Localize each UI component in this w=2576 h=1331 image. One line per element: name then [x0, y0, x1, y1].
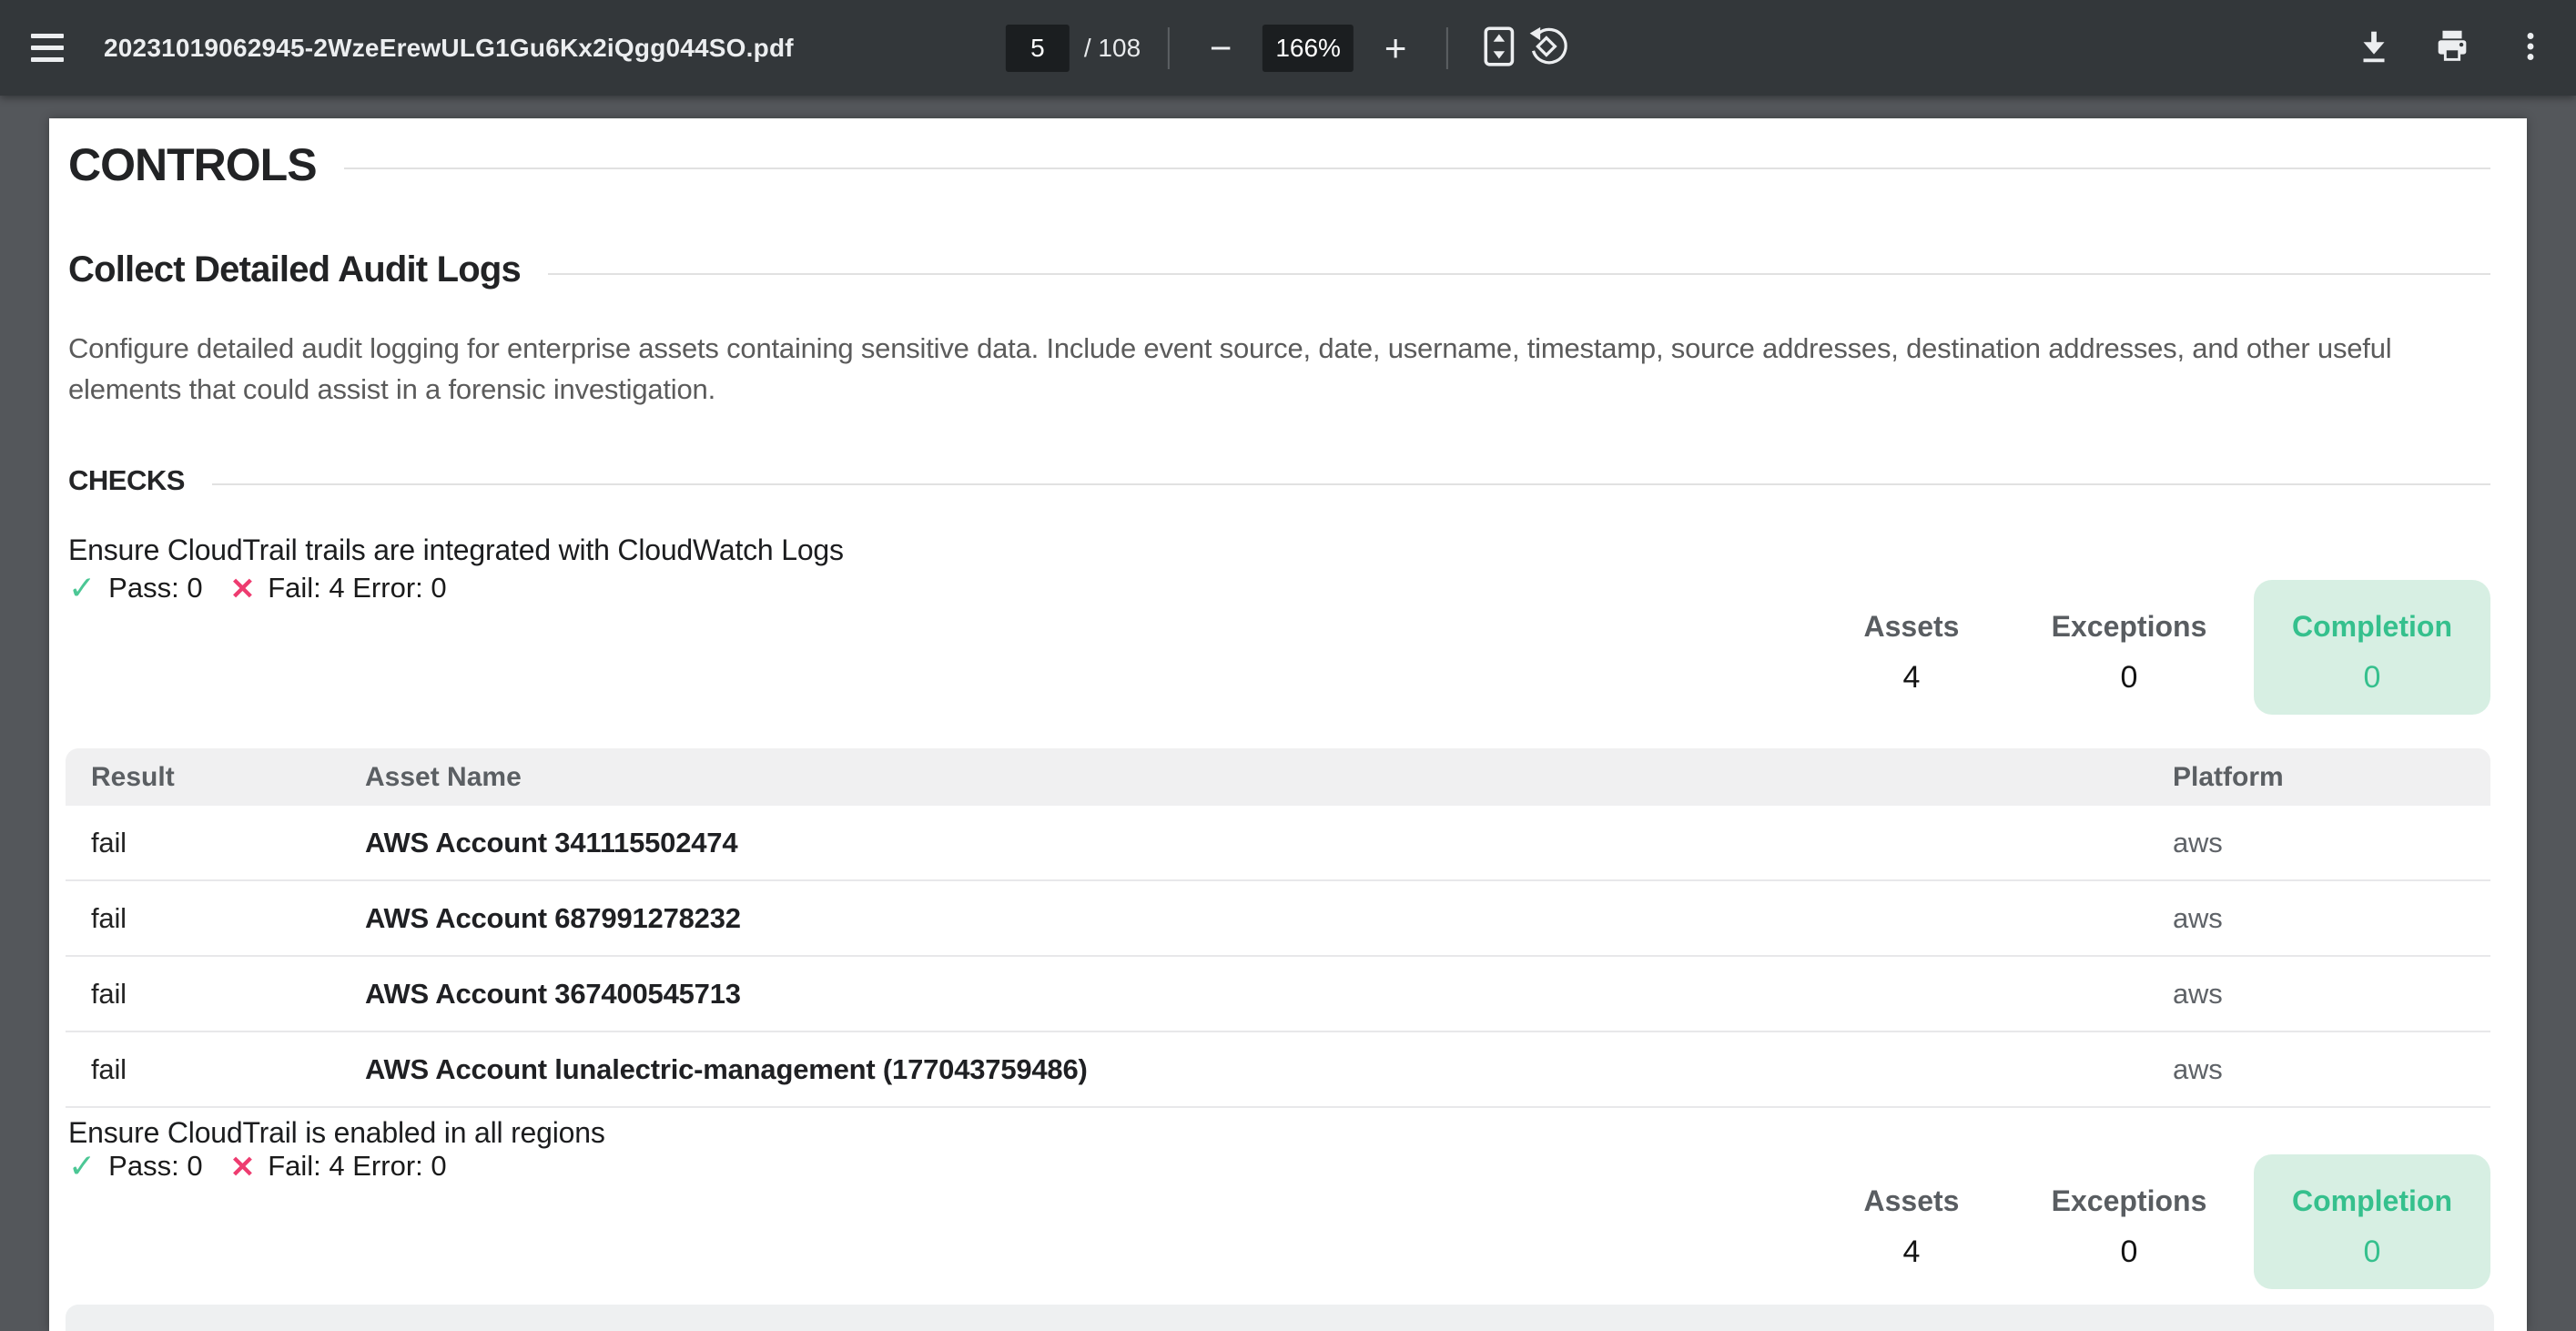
- control-description: Configure detailed audit logging for ent…: [68, 328, 2487, 410]
- exceptions-stat: Exceptions 0: [2024, 1154, 2234, 1270]
- table-row: fail AWS Account 341115502474 aws: [66, 806, 2490, 881]
- result-cell: fail: [66, 902, 349, 935]
- completion-value: 0: [2254, 660, 2490, 696]
- checks-divider: [212, 483, 2490, 485]
- result-cell: fail: [66, 827, 349, 859]
- check-title: Ensure CloudTrail is enabled in all regi…: [68, 1116, 605, 1150]
- control-divider: [548, 273, 2490, 275]
- table-row: fail AWS Account lunalectric-management …: [66, 1032, 2490, 1108]
- check-stats: Assets 4 Exceptions 0 Completion 0: [49, 580, 2527, 716]
- assets-table-header: Result Asset Name Platform: [66, 748, 2490, 806]
- next-table-header-partial: [66, 1305, 2494, 1331]
- assets-table-body: fail AWS Account 341115502474 aws fail A…: [66, 806, 2490, 1108]
- rotate-button[interactable]: [1523, 25, 1570, 72]
- asset-name-cell: AWS Account 367400545713: [349, 978, 2173, 1011]
- column-header-platform: Platform: [2173, 762, 2490, 793]
- more-vertical-icon: [2510, 25, 2551, 70]
- completion-label: Completion: [2254, 1184, 2490, 1217]
- pdf-filename: 20231019062945-2WzeErewULG1Gu6Kx2iQgg044…: [104, 34, 794, 63]
- menu-button[interactable]: [24, 25, 71, 72]
- zoom-in-button[interactable]: +: [1372, 25, 1419, 72]
- platform-cell: aws: [2173, 978, 2490, 1011]
- completion-value: 0: [2254, 1234, 2490, 1270]
- exceptions-value: 0: [2024, 660, 2234, 696]
- print-button[interactable]: [2429, 25, 2476, 72]
- result-cell: fail: [66, 1053, 349, 1086]
- pdf-viewer: { "toolbar": { "filename": "202310190629…: [0, 0, 2576, 1331]
- assets-value: 4: [1820, 660, 2003, 696]
- assets-label: Assets: [1820, 1184, 2003, 1217]
- pdf-toolbar: 20231019062945-2WzeErewULG1Gu6Kx2iQgg044…: [0, 0, 2576, 96]
- fit-to-page-button[interactable]: [1476, 25, 1523, 72]
- platform-cell: aws: [2173, 902, 2490, 935]
- asset-name-cell: AWS Account lunalectric-management (1770…: [349, 1053, 2173, 1086]
- assets-value: 4: [1820, 1234, 2003, 1270]
- completion-stat: Completion 0: [2254, 580, 2490, 715]
- column-header-asset-name: Asset Name: [349, 762, 2173, 793]
- download-button[interactable]: [2350, 25, 2398, 72]
- page-number-input[interactable]: [1006, 25, 1070, 72]
- more-options-button[interactable]: [2507, 25, 2554, 72]
- table-row: fail AWS Account 687991278232 aws: [66, 881, 2490, 957]
- page-title: CONTROLS: [68, 138, 317, 191]
- check-title: Ensure CloudTrail trails are integrated …: [68, 533, 844, 567]
- assets-stat: Assets 4: [1820, 1154, 2003, 1270]
- exceptions-label: Exceptions: [2024, 610, 2234, 643]
- completion-label: Completion: [2254, 610, 2490, 643]
- column-header-result: Result: [66, 762, 349, 793]
- checks-heading: CHECKS: [68, 464, 185, 497]
- hamburger-icon: [31, 34, 64, 62]
- toolbar-divider: [1168, 27, 1170, 69]
- fit-to-page-icon: [1480, 24, 1518, 72]
- zoom-out-button[interactable]: −: [1197, 25, 1244, 72]
- exceptions-stat: Exceptions 0: [2024, 580, 2234, 696]
- exceptions-label: Exceptions: [2024, 1184, 2234, 1217]
- asset-name-cell: AWS Account 687991278232: [349, 902, 2173, 935]
- toolbar-center-controls: / 108 − 166% +: [1006, 0, 1570, 96]
- check-stats: Assets 4 Exceptions 0 Completion 0: [49, 1154, 2527, 1291]
- platform-cell: aws: [2173, 827, 2490, 859]
- toolbar-divider: [1446, 27, 1448, 69]
- download-icon: [2353, 25, 2395, 70]
- result-cell: fail: [66, 978, 349, 1011]
- rotate-counterclockwise-icon: [1526, 25, 1567, 70]
- platform-cell: aws: [2173, 1053, 2490, 1086]
- assets-table: Result Asset Name Platform fail AWS Acco…: [66, 748, 2490, 1108]
- pdf-page: CONTROLS Collect Detailed Audit Logs Con…: [49, 118, 2527, 1331]
- title-divider: [344, 168, 2490, 169]
- asset-name-cell: AWS Account 341115502474: [349, 827, 2173, 859]
- assets-label: Assets: [1820, 610, 2003, 643]
- page-total-label: / 108: [1084, 34, 1141, 63]
- print-icon: [2431, 25, 2473, 70]
- table-row: fail AWS Account 367400545713 aws: [66, 957, 2490, 1032]
- completion-stat: Completion 0: [2254, 1154, 2490, 1289]
- zoom-level-display: 166%: [1263, 25, 1354, 72]
- assets-stat: Assets 4: [1820, 580, 2003, 696]
- exceptions-value: 0: [2024, 1234, 2234, 1270]
- control-title: Collect Detailed Audit Logs: [68, 249, 521, 290]
